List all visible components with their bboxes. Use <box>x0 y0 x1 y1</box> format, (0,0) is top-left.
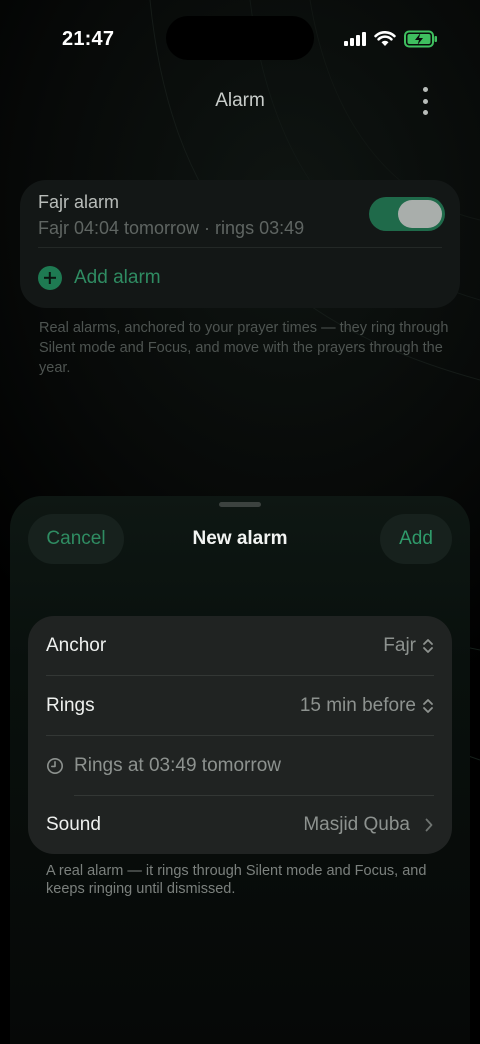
plus-circle-icon <box>38 266 62 290</box>
ring-time-text: Rings at 03:49 tomorrow <box>74 755 281 776</box>
alarm-subtitle: Fajr 04:04 tomorrow · rings 03:49 <box>38 218 305 238</box>
rings-picker[interactable]: 15 min before <box>300 695 434 717</box>
anchor-row[interactable]: Anchor Fajr <box>28 616 452 675</box>
dynamic-island <box>166 16 314 60</box>
chevron-up-down-icon <box>423 639 433 653</box>
new-alarm-sheet: Cancel New alarm Add Anchor Fajr Rings 1… <box>10 496 470 1044</box>
chevron-up-down-icon <box>423 699 433 713</box>
rings-label: Rings <box>46 695 95 716</box>
add-alarm-label: Add alarm <box>74 267 161 288</box>
cellular-signal-icon <box>344 32 366 46</box>
ring-time-row: Rings at 03:49 tomorrow <box>28 736 452 795</box>
alarm-footnote: Real alarms, anchored to your prayer tim… <box>39 320 449 376</box>
status-time: 21:47 <box>62 28 115 50</box>
anchor-picker[interactable]: Fajr <box>383 635 434 657</box>
alarm-title[interactable]: Fajr alarm <box>38 192 119 213</box>
alarm-list-card: Fajr alarm Fajr 04:04 tomorrow · rings 0… <box>20 180 460 308</box>
anchor-value: Fajr <box>383 635 416 656</box>
wifi-icon <box>374 31 396 46</box>
sheet-grabber[interactable] <box>219 502 261 507</box>
more-options-icon[interactable] <box>414 84 436 118</box>
sound-row[interactable]: Sound Masjid Quba <box>28 795 452 854</box>
add-button[interactable]: Add <box>380 514 452 564</box>
ring-time-info: Rings at 03:49 tomorrow <box>46 755 281 777</box>
sound-value-group[interactable]: Masjid Quba <box>303 814 434 836</box>
clock-icon <box>47 758 63 774</box>
sound-label: Sound <box>46 814 101 835</box>
anchor-label: Anchor <box>46 635 107 656</box>
page-title: Alarm <box>215 90 265 111</box>
toggle-knob <box>398 200 442 228</box>
add-alarm-button[interactable]: Add alarm <box>38 266 161 290</box>
rings-row[interactable]: Rings 15 min before <box>28 676 452 735</box>
sheet-footnote: A real alarm — it rings through Silent m… <box>46 863 427 897</box>
rings-value: 15 min before <box>299 695 416 716</box>
sound-value: Masjid Quba <box>303 814 410 835</box>
alarm-enabled-toggle[interactable] <box>369 197 445 231</box>
status-icons <box>344 28 438 50</box>
alarm-settings-card: Anchor Fajr Rings 15 min before Rings at… <box>28 616 452 854</box>
divider <box>38 247 442 248</box>
screen: 21:47 Alarm Fajr alarm Fajr 04:04 tomorr… <box>0 0 480 1044</box>
chevron-right-icon <box>425 818 433 832</box>
battery-charging-icon <box>404 30 437 48</box>
